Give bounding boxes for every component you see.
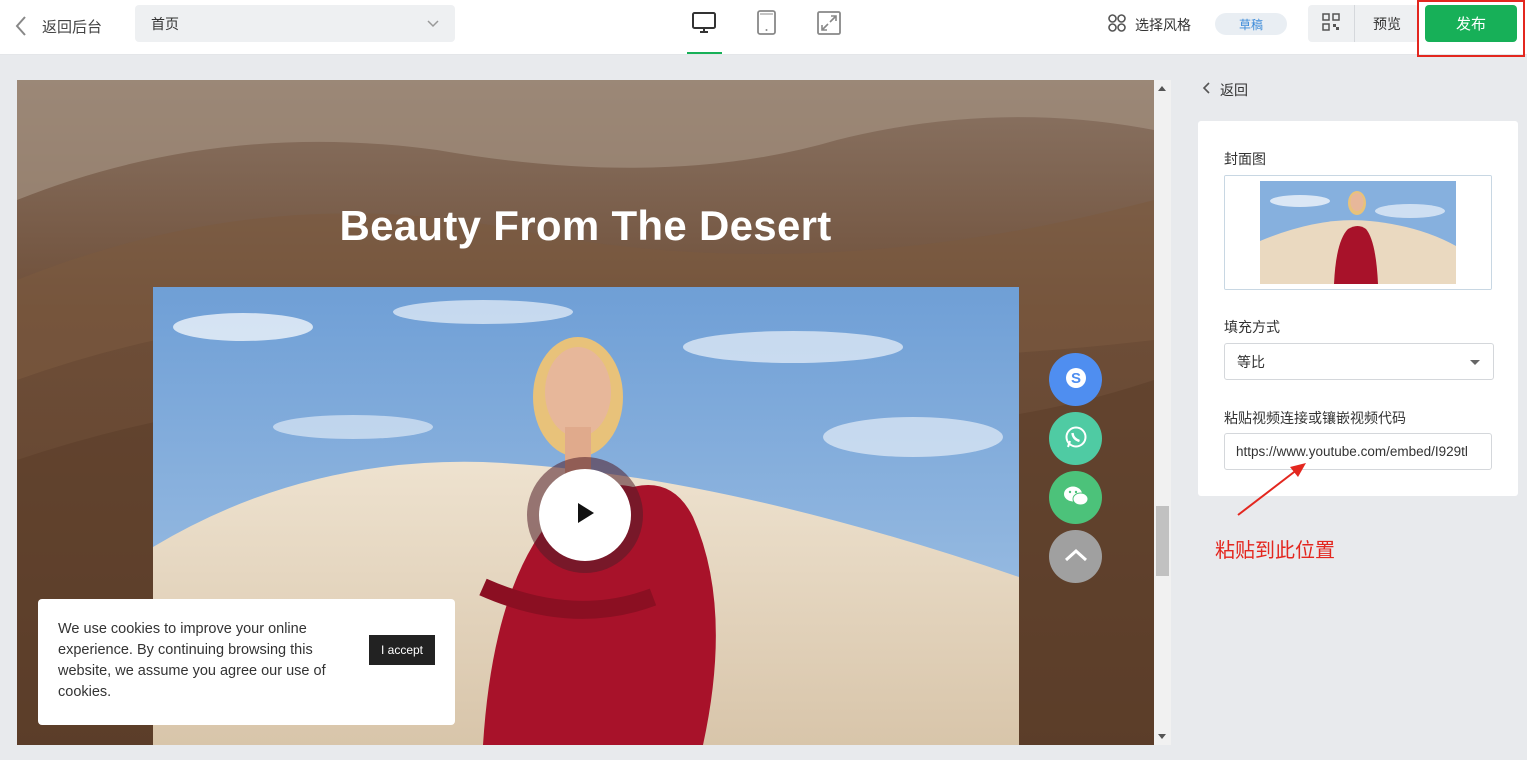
whatsapp-icon — [1063, 424, 1089, 454]
fill-mode-value: 等比 — [1237, 354, 1265, 371]
back-to-admin-button[interactable]: 返回后台 — [14, 12, 102, 40]
scroll-down-arrow-icon[interactable] — [1158, 734, 1166, 739]
panel-back-button[interactable]: 返回 — [1202, 80, 1248, 100]
page-select-dropdown[interactable]: 首页 — [135, 5, 455, 42]
active-view-indicator — [687, 52, 722, 54]
panel-back-label: 返回 — [1220, 83, 1248, 99]
top-toolbar: 返回后台 首页 选择风格 草稿 预览 发布 — [0, 0, 1527, 57]
caret-down-icon — [1469, 354, 1481, 370]
cover-image-picker[interactable] — [1224, 175, 1492, 290]
scroll-up-arrow-icon[interactable] — [1158, 86, 1166, 91]
skype-float-button[interactable]: S — [1049, 353, 1102, 406]
hero-title: Beauty From The Desert — [339, 202, 832, 249]
whatsapp-float-button[interactable] — [1049, 412, 1102, 465]
preview-group: 预览 — [1308, 5, 1419, 42]
chevron-left-icon — [14, 12, 32, 40]
wechat-icon — [1062, 484, 1090, 512]
play-icon — [574, 500, 596, 530]
cookie-accept-button[interactable]: I accept — [369, 635, 435, 665]
scroll-to-top-button[interactable] — [1049, 530, 1102, 583]
svg-text:S: S — [1070, 370, 1080, 387]
canvas-scrollbar[interactable] — [1154, 80, 1171, 745]
video-url-label: 粘贴视频连接或镶嵌视频代码 — [1224, 411, 1406, 427]
annotation-note: 粘贴到此位置 — [1215, 538, 1335, 562]
skype-icon: S — [1063, 365, 1089, 395]
desktop-icon — [690, 9, 718, 41]
tablet-icon — [755, 9, 779, 41]
choose-style-button[interactable]: 选择风格 — [1107, 13, 1191, 37]
qr-preview-button[interactable] — [1308, 5, 1355, 42]
chevron-left-icon — [1202, 81, 1212, 99]
chevron-down-icon — [427, 16, 439, 32]
desktop-view-button[interactable] — [687, 8, 721, 42]
palette-icon — [1107, 13, 1127, 37]
draft-status-badge: 草稿 — [1215, 13, 1287, 35]
cover-image-label: 封面图 — [1224, 152, 1266, 168]
qr-code-icon — [1322, 12, 1340, 35]
cookie-banner: We use cookies to improve your online ex… — [38, 599, 455, 725]
wechat-float-button[interactable] — [1049, 471, 1102, 524]
cover-thumbnail — [1225, 176, 1491, 289]
annotation-arrow-icon — [1237, 463, 1306, 516]
back-to-admin-label: 返回后台 — [42, 17, 103, 36]
tablet-view-button[interactable] — [750, 8, 784, 42]
video-settings-card: 封面图 填充方式 等比 粘贴视频连接或镶嵌视频代码 — [1198, 121, 1518, 496]
chevron-up-icon — [1063, 547, 1089, 567]
expand-icon — [815, 9, 843, 41]
choose-style-label: 选择风格 — [1135, 18, 1191, 34]
fill-mode-label: 填充方式 — [1224, 320, 1280, 336]
page-select-value: 首页 — [151, 16, 179, 33]
scrollbar-thumb[interactable] — [1156, 506, 1169, 576]
play-video-button[interactable] — [527, 457, 643, 573]
preview-button[interactable]: 预览 — [1355, 14, 1419, 34]
cookie-message: We use cookies to improve your online ex… — [58, 621, 326, 700]
page-canvas: Beauty From The Desert S We use cookies … — [17, 80, 1154, 745]
fullscreen-button[interactable] — [812, 8, 846, 42]
publish-button[interactable]: 发布 — [1425, 5, 1517, 42]
fill-mode-select[interactable]: 等比 — [1224, 343, 1494, 380]
play-button-face — [539, 469, 631, 561]
